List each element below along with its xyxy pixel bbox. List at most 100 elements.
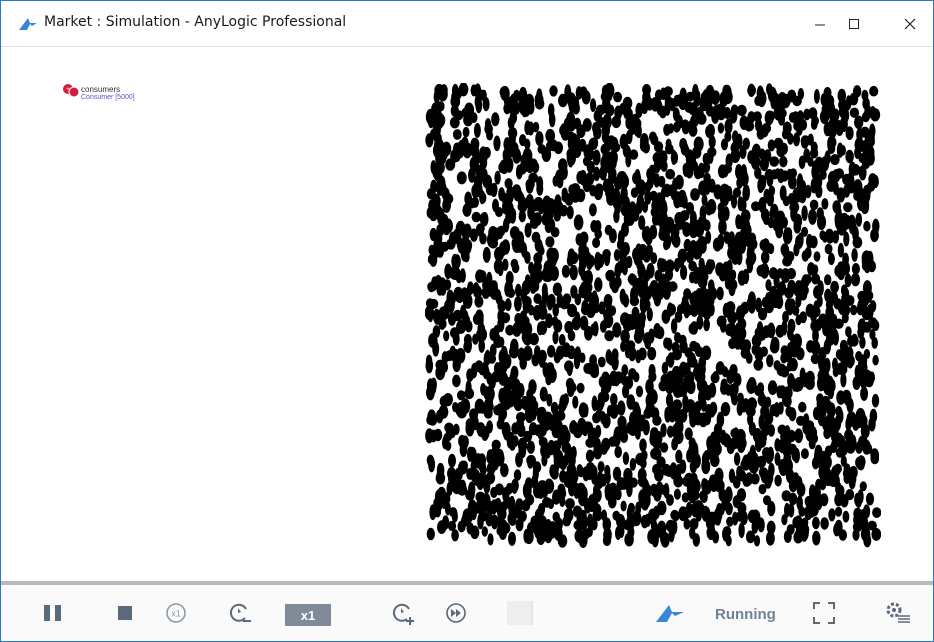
agent-shape [612,371,621,387]
agent-shape [756,85,764,101]
agent-shape [781,490,792,502]
agent-shape [628,349,636,362]
agent-shape [471,196,479,208]
agent-shape [736,104,747,117]
agent-shape [559,495,566,508]
agent-shape [739,167,748,183]
agent-shape [736,249,743,266]
agent-shape [535,407,546,418]
run-x1-button[interactable]: x1 [163,601,189,625]
agent-shape [565,498,575,510]
stop-button[interactable] [113,601,137,625]
stop-icon [118,606,132,620]
agent-shape [671,439,678,451]
agent-shape [717,122,725,134]
fullscreen-button[interactable] [811,601,837,625]
agent-shape [722,302,730,318]
agent-shape [753,535,761,547]
agent-shape [675,464,682,479]
agent-shape [848,476,856,490]
agent-shape [800,448,809,460]
agent-population-icon[interactable]: + [62,83,82,97]
agent-shape [427,307,434,323]
agent-shape [802,421,812,435]
agent-shape [682,476,692,487]
agent-shape [603,313,614,329]
run-fast-button[interactable] [443,601,469,625]
agent-shape [611,115,622,129]
agent-shape [863,348,871,360]
agent-shape [597,356,606,368]
agent-shape [558,93,568,108]
agent-shape [525,178,535,190]
speed-up-button[interactable] [389,601,419,625]
agent-shape [472,333,479,345]
agent-shape [501,422,511,438]
agent-shape [537,423,545,434]
agent-shape [613,249,621,262]
agent-shape [777,217,785,230]
agent-shape [699,504,706,516]
agent-shape [812,530,821,546]
agent-shape [482,97,490,112]
agent-shape [439,492,449,506]
agent-shape [435,207,445,220]
agent-shape [797,88,805,100]
agent-shape [863,220,871,232]
agent-shape [774,474,782,487]
agent-shape [695,106,704,122]
agent-shape [594,277,603,292]
agent-shape [534,92,544,108]
agent-shape [542,497,552,508]
agent-shape [700,285,707,297]
agent-shape [760,251,770,264]
close-button[interactable] [887,1,933,46]
title-bar[interactable]: Market : Simulation - AnyLogic Professio… [1,1,933,47]
svg-text:+: + [66,87,70,93]
agent-shape [443,393,453,407]
agent-shape [834,213,844,230]
agent-shape [798,401,807,413]
slow-down-button[interactable] [226,601,256,625]
agent-shape [505,324,515,336]
agent-shape [810,486,820,502]
agent-shape [581,90,591,105]
agent-shape [648,364,656,378]
agent-shape [668,404,677,418]
settings-button[interactable] [883,601,913,625]
speed-indicator[interactable]: x1 [285,604,331,626]
agent-shape [855,496,862,508]
model-canvas[interactable]: + consumers Consumer [5000] [1,47,933,581]
agent-shape [473,474,480,486]
population-name[interactable]: consumers [81,85,120,94]
agent-shape [524,477,533,492]
agent-shape [498,161,506,174]
agent-shape [471,211,481,223]
agent-shape [651,531,659,548]
agent-shape [824,274,832,286]
agent-shape [635,452,645,466]
agent-shape [558,334,566,346]
agent-shape [705,403,712,416]
agent-shape [482,493,491,507]
agent-shape [832,330,839,346]
agent-shape [703,318,710,332]
maximize-button[interactable] [831,1,877,46]
agent-shape [584,325,593,341]
agent-shape [578,316,589,328]
agents-area[interactable] [425,83,881,549]
agent-shape [474,94,481,109]
population-type-count[interactable]: Consumer [5000] [81,94,135,102]
agent-shape [791,472,800,487]
agent-shape [601,157,608,172]
agent-shape [487,353,497,364]
agent-shape [861,111,870,123]
agent-shape [566,362,573,377]
agent-shape [722,167,729,178]
pause-button[interactable] [41,601,65,625]
agent-shape [671,519,678,535]
agent-shape [582,403,589,418]
agent-shape [723,90,733,105]
agent-shape [504,178,513,189]
agent-shape [770,203,779,219]
